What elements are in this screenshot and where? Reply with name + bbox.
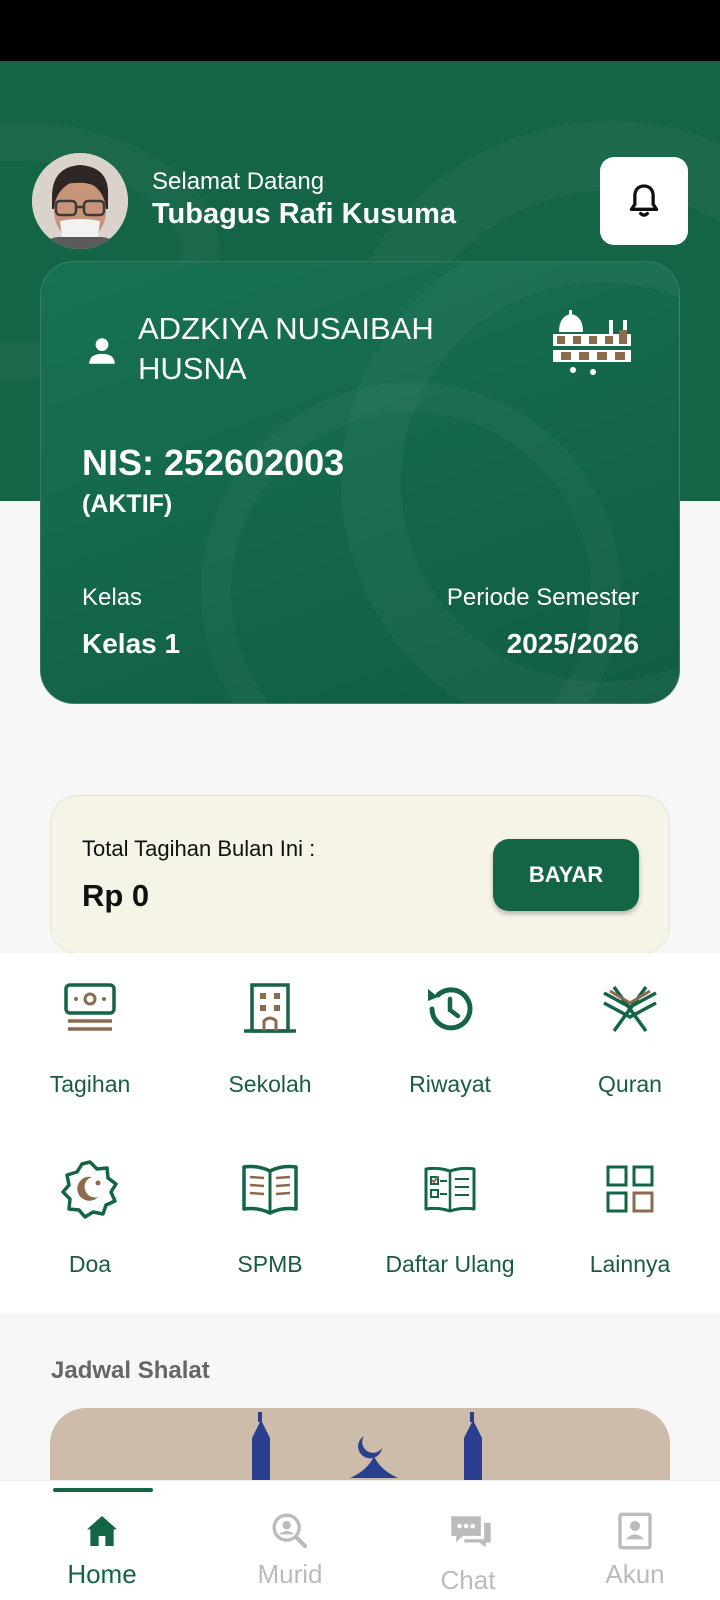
menu-label: Riwayat (409, 1071, 491, 1097)
status-bar (0, 0, 720, 61)
prayer-schedule-title: Jadwal Shalat (51, 1357, 210, 1384)
nav-murid[interactable]: Murid (200, 1481, 380, 1600)
class-label: Kelas (82, 584, 143, 611)
bottom-navigation: Home Murid Chat Akun (0, 1480, 720, 1600)
class-value: Kelas 1 (82, 628, 181, 659)
nav-label: Akun (605, 1559, 665, 1589)
history-icon (428, 987, 473, 1031)
menu-grid: Tagihan Sekolah Riwayat Quran Doa SPMB D… (0, 953, 720, 1313)
student-name: ADZKIYA NUSAIBAH HUSNA (138, 311, 434, 386)
menu-label: Quran (598, 1071, 662, 1097)
menu-label: Sekolah (228, 1071, 312, 1097)
menu-item-doa[interactable]: Doa (0, 1133, 180, 1303)
student-status: (AKTIF) (82, 490, 173, 518)
bill-label: Total Tagihan Bulan Ini : (82, 836, 316, 861)
account-icon (618, 1512, 652, 1550)
nav-chat[interactable]: Chat (378, 1481, 558, 1600)
nav-home[interactable]: Home (12, 1481, 192, 1600)
home-icon (87, 1516, 117, 1546)
menu-item-tagihan[interactable]: Tagihan (0, 953, 180, 1123)
crescent-star-badge-icon (61, 1160, 118, 1219)
menu-label: Doa (68, 1251, 112, 1277)
person-icon (89, 338, 115, 364)
user-name: Tubagus Rafi Kusuma (152, 198, 456, 230)
bell-icon (629, 184, 659, 217)
school-building-icon (244, 983, 296, 1033)
nav-label: Chat (440, 1565, 496, 1595)
menu-item-daftar-ulang[interactable]: Daftar Ulang (360, 1133, 540, 1303)
avatar[interactable] (32, 153, 128, 249)
bill-summary-card: Total Tagihan Bulan Ini : Rp 0 BAYAR (50, 795, 670, 954)
period-label: Periode Semester (446, 584, 639, 611)
bill-icon (64, 983, 116, 1031)
period-value: 2025/2026 (506, 628, 639, 659)
grid-icon (606, 1165, 654, 1213)
greeting-text: Selamat Datang (152, 168, 325, 195)
notification-button[interactable] (600, 157, 688, 245)
open-book-icon (242, 1164, 298, 1215)
student-search-icon (272, 1513, 308, 1549)
menu-item-spmb[interactable]: SPMB (180, 1133, 360, 1303)
bill-amount: Rp 0 (82, 878, 150, 913)
checklist-book-icon (424, 1166, 476, 1213)
menu-label: SPMB (237, 1251, 303, 1277)
menu-label: Tagihan (49, 1071, 131, 1097)
menu-label: Lainnya (589, 1251, 671, 1277)
menu-item-riwayat[interactable]: Riwayat (360, 953, 540, 1123)
nav-akun[interactable]: Akun (545, 1481, 720, 1600)
menu-item-lainnya[interactable]: Lainnya (540, 1133, 720, 1303)
menu-item-sekolah[interactable]: Sekolah (180, 953, 360, 1123)
pay-button[interactable]: BAYAR (493, 839, 639, 911)
nav-label: Murid (257, 1559, 323, 1589)
menu-item-quran[interactable]: Quran (540, 953, 720, 1123)
nis-number: NIS: 252602003 (82, 442, 345, 483)
chat-icon (451, 1516, 491, 1548)
school-logo-icon (553, 310, 631, 375)
student-card[interactable]: ADZKIYA NUSAIBAH HUSNA NIS: 252602003 (A… (40, 261, 680, 704)
quran-icon (603, 985, 657, 1033)
nav-label: Home (67, 1559, 137, 1589)
menu-label: Daftar Ulang (385, 1251, 515, 1277)
